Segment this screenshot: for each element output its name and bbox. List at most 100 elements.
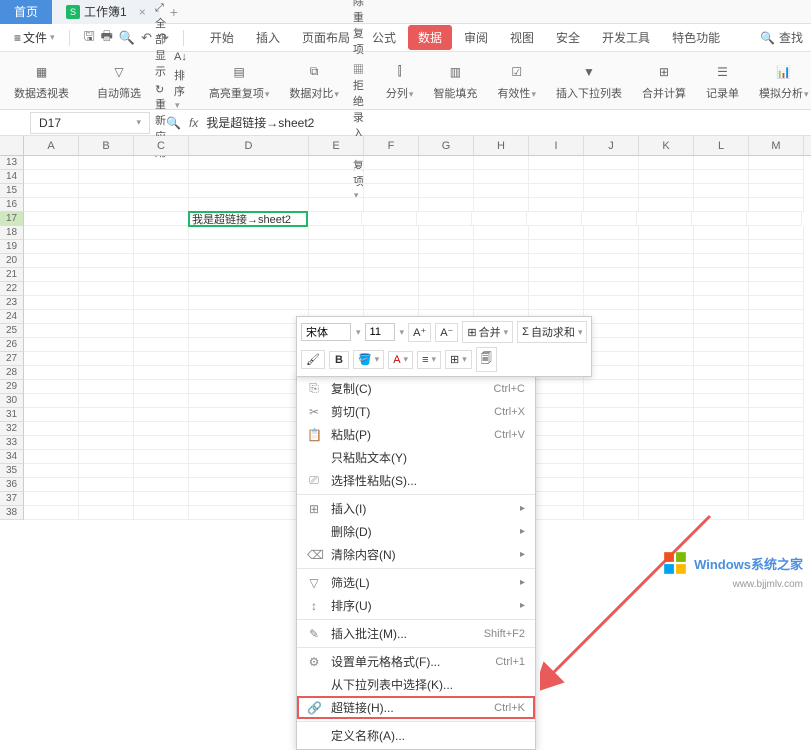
cell[interactable] — [749, 478, 804, 492]
cell[interactable] — [189, 156, 309, 170]
cell[interactable] — [189, 492, 309, 506]
cell[interactable] — [529, 394, 584, 408]
decrease-font-icon[interactable]: A⁻ — [435, 323, 458, 342]
show-all-button[interactable]: ⤢ 全部显示 — [155, 2, 166, 79]
cell[interactable] — [639, 198, 694, 212]
cell[interactable] — [584, 254, 639, 268]
cell[interactable] — [639, 324, 694, 338]
cell[interactable] — [134, 492, 189, 506]
cell[interactable] — [639, 338, 694, 352]
context-menu-item[interactable]: ✎插入批注(M)...Shift+F2 — [297, 622, 535, 645]
cell[interactable] — [134, 506, 189, 520]
row-header[interactable]: 18 — [0, 226, 24, 240]
cell[interactable] — [189, 436, 309, 450]
cell[interactable] — [189, 506, 309, 520]
font-family-input[interactable] — [301, 323, 351, 341]
col-header[interactable]: I — [529, 136, 584, 155]
cell[interactable] — [79, 268, 134, 282]
cell[interactable] — [639, 380, 694, 394]
chevron-down-icon[interactable]: ▾ — [356, 327, 361, 338]
align-icon[interactable]: ≡▾ — [417, 351, 441, 369]
cell[interactable] — [529, 198, 584, 212]
context-menu-item[interactable]: ↕排序(U)▸ — [297, 594, 535, 617]
fx-icon[interactable]: fx — [189, 116, 198, 130]
tab-review[interactable]: 审阅 — [454, 25, 498, 50]
tab-start[interactable]: 开始 — [200, 25, 244, 50]
save-icon[interactable]: 🖫 — [84, 27, 95, 49]
cell[interactable] — [529, 506, 584, 520]
cell[interactable] — [639, 240, 694, 254]
cell[interactable] — [584, 506, 639, 520]
col-header[interactable]: K — [639, 136, 694, 155]
cell[interactable] — [639, 184, 694, 198]
cell[interactable] — [639, 450, 694, 464]
cell[interactable] — [134, 296, 189, 310]
cell[interactable] — [24, 422, 79, 436]
cell[interactable] — [749, 170, 804, 184]
cell[interactable] — [529, 268, 584, 282]
cell[interactable] — [364, 268, 419, 282]
cell[interactable] — [364, 184, 419, 198]
cell[interactable] — [529, 282, 584, 296]
cell[interactable] — [24, 324, 79, 338]
cell[interactable] — [189, 352, 309, 366]
cell[interactable] — [364, 156, 419, 170]
row-header[interactable]: 22 — [0, 282, 24, 296]
cell[interactable] — [529, 464, 584, 478]
cell[interactable] — [189, 268, 309, 282]
cell[interactable] — [749, 240, 804, 254]
cell[interactable] — [24, 380, 79, 394]
cell[interactable] — [24, 282, 79, 296]
cell[interactable] — [639, 254, 694, 268]
cell[interactable] — [134, 226, 189, 240]
fill-color-icon[interactable]: 🪣▾ — [353, 350, 384, 369]
cell[interactable] — [694, 422, 749, 436]
cell[interactable] — [694, 170, 749, 184]
row-header[interactable]: 33 — [0, 436, 24, 450]
cell[interactable] — [134, 436, 189, 450]
cell[interactable] — [79, 394, 134, 408]
cell[interactable] — [529, 156, 584, 170]
cell[interactable] — [79, 352, 134, 366]
cell[interactable] — [134, 366, 189, 380]
sort-button[interactable]: 排序▾ — [174, 67, 187, 111]
cell[interactable] — [189, 394, 309, 408]
cell[interactable] — [189, 422, 309, 436]
cell[interactable] — [419, 296, 474, 310]
font-size-input[interactable] — [365, 323, 395, 341]
cell[interactable] — [419, 254, 474, 268]
cell[interactable] — [529, 296, 584, 310]
formula-input[interactable]: 我是超链接→sheet2 — [206, 114, 314, 131]
workbook-tab[interactable]: S 工作簿1 × — [52, 0, 160, 24]
row-header[interactable]: 26 — [0, 338, 24, 352]
cell[interactable] — [189, 408, 309, 422]
cell[interactable] — [584, 184, 639, 198]
cell[interactable] — [364, 254, 419, 268]
cell[interactable] — [694, 254, 749, 268]
cell[interactable] — [134, 198, 189, 212]
context-menu-item[interactable]: 🔗超链接(H)...Ctrl+K — [297, 696, 535, 719]
chevron-down-icon[interactable]: ▾ — [400, 327, 405, 338]
cell[interactable] — [584, 282, 639, 296]
cell[interactable] — [694, 506, 749, 520]
cell[interactable] — [474, 156, 529, 170]
cell[interactable] — [134, 254, 189, 268]
format-painter-icon[interactable]: 🖌 — [301, 350, 325, 369]
cell[interactable] — [529, 478, 584, 492]
cell[interactable] — [364, 198, 419, 212]
cell[interactable] — [749, 394, 804, 408]
row-header[interactable]: 34 — [0, 450, 24, 464]
cell[interactable] — [529, 450, 584, 464]
cell[interactable] — [79, 450, 134, 464]
cell[interactable] — [749, 380, 804, 394]
cell[interactable] — [639, 310, 694, 324]
cell[interactable] — [364, 296, 419, 310]
cell[interactable] — [639, 422, 694, 436]
cell[interactable] — [309, 240, 364, 254]
cell[interactable] — [79, 422, 134, 436]
cell[interactable] — [639, 296, 694, 310]
context-menu-item[interactable]: 定义名称(A)... — [297, 724, 535, 747]
cell[interactable] — [639, 268, 694, 282]
col-header[interactable]: B — [79, 136, 134, 155]
tab-insert[interactable]: 插入 — [246, 25, 290, 50]
